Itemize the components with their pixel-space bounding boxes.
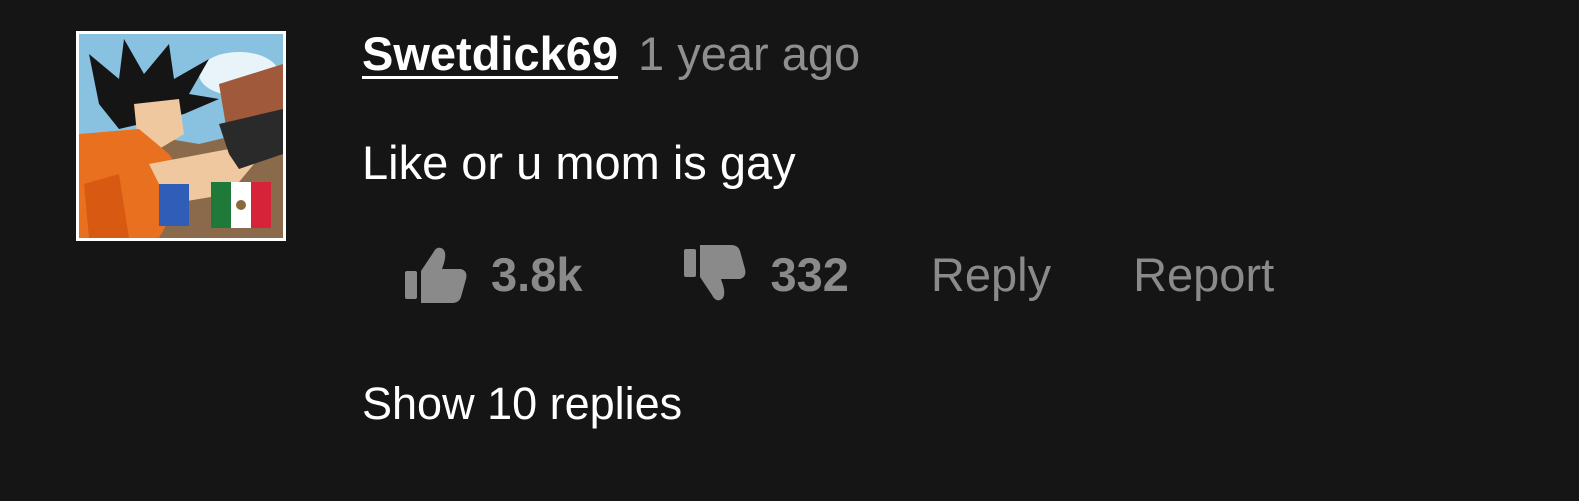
- comment-actions: 3.8k 332 Reply Report: [403, 238, 1274, 310]
- comment-timestamp: 1 year ago: [638, 27, 861, 80]
- show-replies-button[interactable]: Show 10 replies: [362, 378, 682, 430]
- comment-text: Like or u mom is gay: [362, 136, 796, 189]
- avatar-image: [79, 34, 283, 238]
- dislike-button[interactable]: 332: [682, 241, 849, 307]
- like-button[interactable]: 3.8k: [403, 241, 582, 307]
- comment: Swetdick69 1 year ago Like or u mom is g…: [0, 0, 1579, 501]
- like-count: 3.8k: [491, 247, 583, 301]
- thumbs-up-icon: [403, 241, 469, 307]
- reply-button[interactable]: Reply: [931, 247, 1051, 302]
- dislike-count: 332: [770, 247, 849, 301]
- report-button[interactable]: Report: [1133, 247, 1274, 302]
- username-link[interactable]: Swetdick69: [362, 26, 618, 81]
- comment-header: Swetdick69 1 year ago: [362, 26, 860, 86]
- user-avatar[interactable]: [76, 31, 286, 241]
- thumbs-down-icon: [682, 241, 748, 307]
